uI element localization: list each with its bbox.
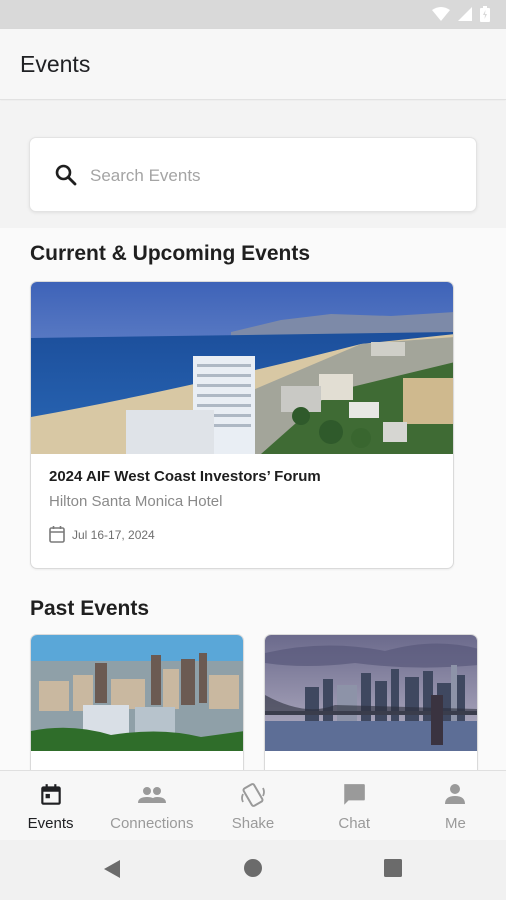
nav-label: Events <box>27 815 74 832</box>
past-events-heading: Past Events <box>30 597 150 620</box>
status-bar <box>0 0 506 29</box>
home-icon[interactable] <box>243 858 263 878</box>
event-image <box>265 635 477 751</box>
nav-me[interactable]: Me <box>405 771 506 840</box>
recents-icon[interactable] <box>383 858 403 878</box>
event-date: Jul 16-17, 2024 <box>72 528 155 542</box>
system-navigation-bar <box>0 840 506 900</box>
signal-icon <box>458 7 472 21</box>
nav-label: Connections <box>110 815 194 832</box>
bottom-navigation: Events Connections Shake Chat Me <box>0 770 506 840</box>
person-icon <box>445 784 466 804</box>
status-icons <box>432 6 490 22</box>
past-event-card[interactable] <box>30 634 244 770</box>
calendar-icon <box>40 784 61 805</box>
search-box[interactable] <box>29 137 477 212</box>
back-icon[interactable] <box>101 858 123 880</box>
calendar-icon <box>49 526 65 543</box>
app-bar: Events <box>0 29 506 100</box>
nav-label: Chat <box>338 815 371 832</box>
search-area <box>0 101 506 228</box>
nav-label: Me <box>444 815 466 832</box>
shake-phone-icon <box>241 783 265 807</box>
page-title: Events <box>20 51 91 77</box>
event-image <box>31 635 243 751</box>
nav-shake[interactable]: Shake <box>202 771 303 840</box>
current-events-heading: Current & Upcoming Events <box>30 242 311 265</box>
nav-connections[interactable]: Connections <box>101 771 202 840</box>
event-title: 2024 AIF West Coast Investors’ Forum <box>49 468 321 485</box>
battery-icon <box>480 6 490 22</box>
event-venue: Hilton Santa Monica Hotel <box>49 493 223 510</box>
search-input[interactable] <box>90 160 450 192</box>
nav-chat[interactable]: Chat <box>304 771 405 840</box>
past-event-card[interactable] <box>264 634 478 770</box>
wifi-icon <box>432 7 450 21</box>
search-icon <box>55 164 77 186</box>
chat-bubble-icon <box>344 784 366 805</box>
nav-events[interactable]: Events <box>0 771 101 840</box>
events-list[interactable]: Current & Upcoming Events 2024 AIF West … <box>0 228 506 770</box>
event-image <box>31 282 453 454</box>
current-event-card[interactable]: 2024 AIF West Coast Investors’ Forum Hil… <box>30 281 454 569</box>
nav-label: Shake <box>231 815 275 832</box>
people-icon <box>137 787 166 803</box>
